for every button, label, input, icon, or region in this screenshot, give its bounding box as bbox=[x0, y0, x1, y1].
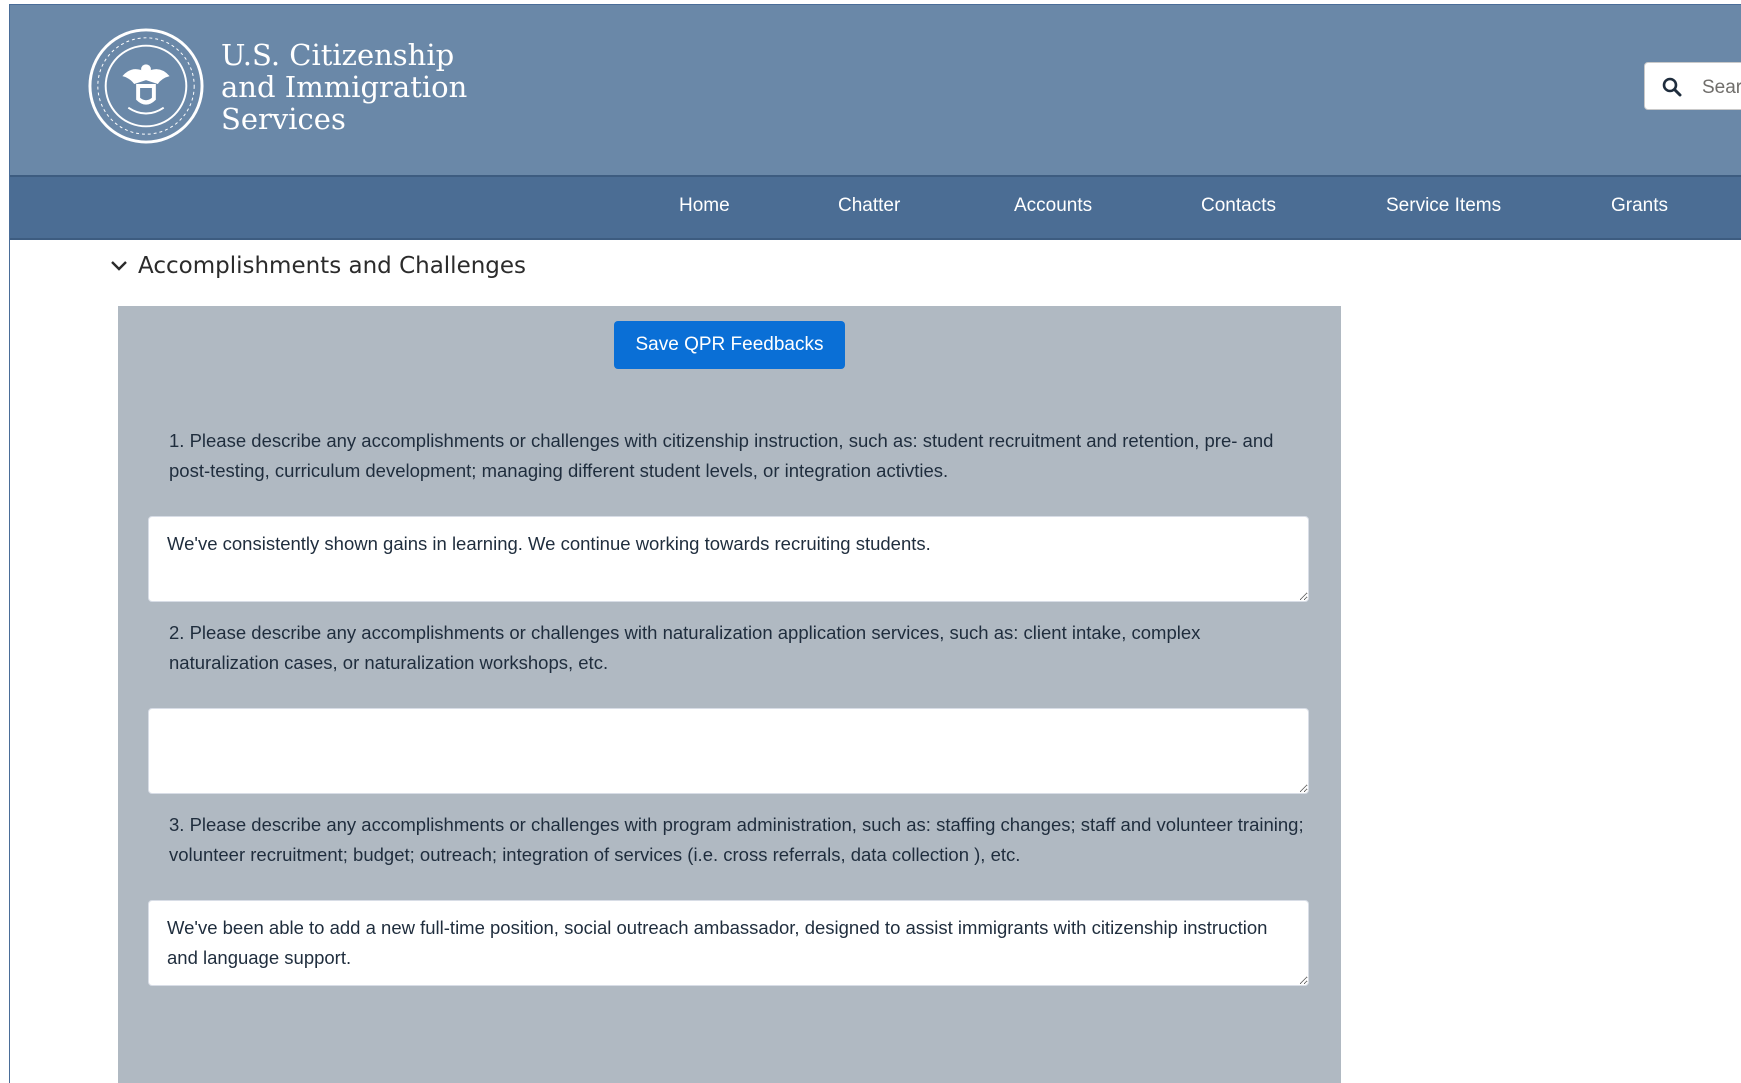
section-title: Accomplishments and Challenges bbox=[138, 253, 527, 279]
question-3-label: 3. Please describe any accomplishments o… bbox=[169, 814, 1304, 865]
search-placeholder: Search... bbox=[1702, 77, 1741, 98]
nav-home[interactable]: Home bbox=[679, 195, 730, 217]
dhs-seal-logo bbox=[88, 28, 204, 144]
agency-name-line-1: U.S. Citizenship bbox=[221, 38, 455, 72]
page-frame: U.S. Citizenship and Immigration Service… bbox=[9, 4, 1741, 1083]
agency-wordmark[interactable]: U.S. Citizenship and Immigration Service… bbox=[221, 39, 467, 135]
section-header-toggle[interactable]: Accomplishments and Challenges bbox=[110, 253, 526, 279]
nav-contacts[interactable]: Contacts bbox=[1201, 195, 1276, 217]
site-header: U.S. Citizenship and Immigration Service… bbox=[10, 5, 1741, 175]
question-2-answer[interactable] bbox=[148, 708, 1309, 794]
question-2-label: 2. Please describe any accomplishments o… bbox=[169, 622, 1201, 673]
save-qpr-feedbacks-button[interactable]: Save QPR Feedbacks bbox=[614, 321, 845, 369]
agency-name-line-2: and Immigration bbox=[221, 70, 468, 104]
agency-name-line-3: Services bbox=[221, 102, 346, 136]
nav-chatter[interactable]: Chatter bbox=[838, 195, 900, 217]
question-1-answer[interactable]: We've consistently shown gains in learni… bbox=[148, 516, 1309, 602]
question-1-label: 1. Please describe any accomplishments o… bbox=[169, 430, 1274, 481]
nav-grants[interactable]: Grants bbox=[1611, 195, 1668, 217]
top-nav: Home Chatter Accounts Contacts Service I… bbox=[10, 175, 1741, 240]
nav-service-items[interactable]: Service Items bbox=[1386, 195, 1501, 217]
question-3-answer[interactable]: We've been able to add a new full-time p… bbox=[148, 900, 1309, 986]
search-box[interactable]: Search... bbox=[1644, 62, 1741, 110]
search-icon bbox=[1662, 77, 1682, 97]
nav-accounts[interactable]: Accounts bbox=[1014, 195, 1092, 217]
qpr-feedback-panel: Save QPR Feedbacks 1. Please describe an… bbox=[118, 306, 1341, 1083]
chevron-down-icon bbox=[111, 261, 127, 271]
